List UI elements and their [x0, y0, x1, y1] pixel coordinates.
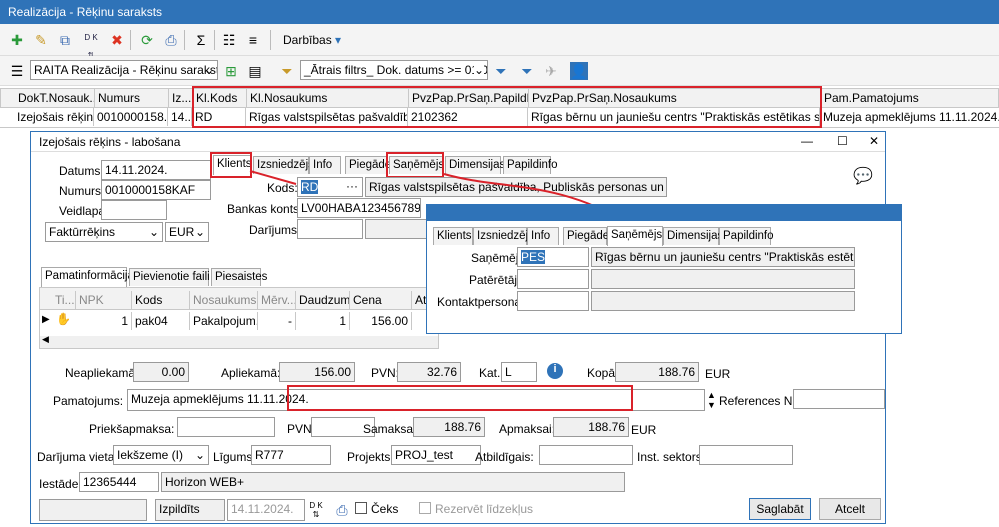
tab-piegade[interactable]: Piegāde: [563, 227, 609, 245]
tab-izsniedzejs[interactable]: Izsniedzējs: [473, 227, 534, 245]
recv-code-field[interactable]: PES: [517, 247, 589, 267]
tab-info[interactable]: Info: [527, 227, 559, 245]
connector-line: [249, 170, 297, 185]
contact-name-field: [591, 291, 855, 311]
cons-field[interactable]: [517, 269, 589, 289]
cons-name-field: [591, 269, 855, 289]
contact-field[interactable]: [517, 291, 589, 311]
recv-name-field: Rīgas bērnu un jauniešu centrs "Praktisk…: [591, 247, 855, 267]
tab-papildinfo[interactable]: Papildinfo: [719, 227, 774, 245]
popup-tabs: Klients Izsniedzējs Info Piegāde Saņēmēj…: [431, 226, 831, 247]
tab-dimensijas[interactable]: Dimensijas: [663, 227, 723, 245]
contact-label: Kontaktpersona:: [437, 295, 525, 309]
popup-titlebar: [427, 205, 901, 221]
tab-sanemejs[interactable]: Saņēmējs: [607, 226, 663, 246]
recv-code-value: PES: [521, 250, 546, 264]
popup-panel: Klients Izsniedzējs Info Piegāde Saņēmēj…: [426, 204, 902, 334]
tab-klients[interactable]: Klients: [433, 227, 473, 245]
